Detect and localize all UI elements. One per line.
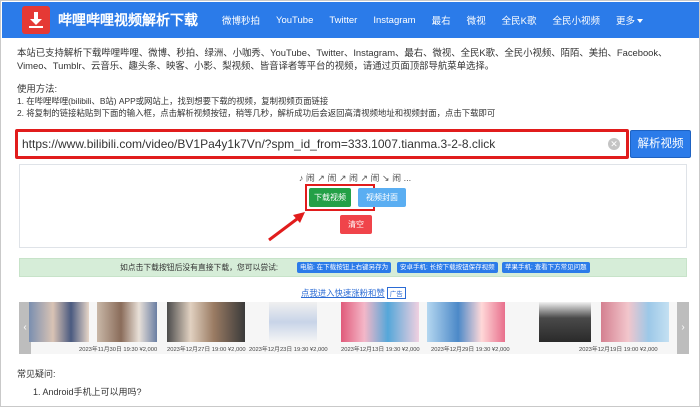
ad-thumbnail[interactable] bbox=[29, 302, 89, 342]
step-item: 2. 将复制的链接粘贴到下面的输入框，点击解析视频按钮，稍等几秒，解析成功后会返… bbox=[17, 108, 496, 118]
nav-item-youtube[interactable]: YouTube bbox=[276, 15, 313, 26]
url-input-box: ✕ bbox=[15, 129, 629, 159]
ad-date: 2023年11月30日 19:30 ¥2,000 bbox=[79, 347, 158, 353]
ad-date: 2023年12月19日 19:00 ¥2,000 bbox=[579, 347, 658, 353]
step-item: 1. 在哔哩哔哩(bilibili、B站) APP或网站上，找到想要下载的视频，… bbox=[17, 96, 329, 106]
result-panel: ♪ 闹 ↗ 闹 ↗ 闹 ↗ 闹 ↘ 闹 ... 下载视频 视频封面 清空 bbox=[19, 164, 687, 248]
ad-tag: 广告 bbox=[386, 287, 406, 299]
ad-date: 2023年12月27日 19:00 ¥2,000 bbox=[167, 347, 246, 353]
nav-item-more[interactable]: 更多 bbox=[616, 13, 643, 27]
nav-item-instagram[interactable]: Instagram bbox=[373, 15, 415, 26]
ad-thumbnail[interactable] bbox=[97, 302, 157, 342]
nav-item-zuiyou[interactable]: 最右 bbox=[432, 13, 451, 27]
nav-item-weibo[interactable]: 微博秒拍 bbox=[222, 13, 260, 27]
ad-thumbnail[interactable] bbox=[601, 302, 669, 342]
clear-button[interactable]: 清空 bbox=[340, 215, 372, 234]
download-tip-bar: 如点击下载按钮后没有直接下载，您可以尝试: 电脑: 在下载按钮上右键另存为 安卓… bbox=[19, 258, 687, 277]
ad-thumbnail[interactable] bbox=[269, 302, 317, 342]
intro-text: 本站已支持解析下载哔哩哔哩、微博、秒拍、绿洲、小咖秀、YouTube、Twitt… bbox=[17, 47, 668, 71]
faq-item[interactable]: 1. Android手机上可以用吗? bbox=[33, 385, 142, 398]
site-brand[interactable]: 哔哩哔哩视频解析下载 bbox=[58, 10, 198, 30]
chevron-down-icon bbox=[637, 19, 643, 24]
ad-carousel: ‹ › 2023年11月30日 19:30 ¥2,000 2023年12月27日… bbox=[19, 302, 689, 354]
nav-item-twitter[interactable]: Twitter bbox=[329, 15, 357, 26]
download-video-button[interactable]: 下载视频 bbox=[309, 188, 351, 207]
nav-item-weishi[interactable]: 微视 bbox=[467, 13, 486, 27]
ad-thumbnail[interactable] bbox=[167, 302, 245, 342]
top-navbar: 哔哩哔哩视频解析下载 微博秒拍 YouTube Twitter Instagra… bbox=[2, 2, 699, 38]
tip-badge-android: 安卓手机: 长按下载按钮保存视频 bbox=[397, 262, 498, 273]
url-input[interactable] bbox=[22, 134, 602, 154]
clear-input-icon[interactable]: ✕ bbox=[608, 138, 620, 150]
carousel-next-icon[interactable]: › bbox=[677, 302, 689, 354]
ad-thumbnail[interactable] bbox=[427, 302, 505, 342]
nav-item-quanmin[interactable]: 全民小视频 bbox=[552, 13, 600, 27]
music-notes: ♪ 闹 ↗ 闹 ↗ 闹 ↗ 闹 ↘ 闹 ... bbox=[298, 173, 412, 183]
nav-item-kge[interactable]: 全民K歌 bbox=[502, 13, 537, 27]
tip-text: 如点击下载按钮后没有直接下载，您可以尝试: bbox=[120, 263, 279, 272]
download-logo-icon[interactable] bbox=[22, 6, 50, 34]
tip-badge-iphone: 苹果手机: 查看下方常见问题 bbox=[502, 262, 590, 273]
faq-title: 常见疑问: bbox=[17, 369, 56, 379]
red-arrow-icon bbox=[268, 212, 305, 242]
ad-date: 2023年12月13日 19:30 ¥2,000 bbox=[341, 347, 420, 353]
ad-thumbnail[interactable] bbox=[539, 302, 591, 342]
video-cover-button[interactable]: 视频封面 bbox=[358, 188, 406, 207]
more-label: 更多 bbox=[615, 16, 635, 27]
ad-thumbnail[interactable] bbox=[341, 302, 419, 342]
tip-badge-pc: 电脑: 在下载按钮上右键另存为 bbox=[297, 262, 392, 273]
fans-promo-link[interactable]: 点我进入快速涨粉和赞 广告 bbox=[301, 287, 406, 299]
usage-title: 使用方法: bbox=[17, 83, 58, 94]
ad-date: 2023年12月29日 19:30 ¥2,000 bbox=[431, 347, 510, 353]
fans-promo-text: 点我进入快速涨粉和赞 bbox=[301, 288, 385, 298]
ad-date: 2023年12月23日 19:30 ¥2,000 bbox=[249, 347, 328, 353]
usage-steps: 1. 在哔哩哔哩(bilibili、B站) APP或网站上，找到想要下载的视频，… bbox=[17, 95, 495, 119]
parse-video-button[interactable]: 解析视频 bbox=[630, 130, 691, 158]
page: 哔哩哔哩视频解析下载 微博秒拍 YouTube Twitter Instagra… bbox=[0, 0, 700, 407]
